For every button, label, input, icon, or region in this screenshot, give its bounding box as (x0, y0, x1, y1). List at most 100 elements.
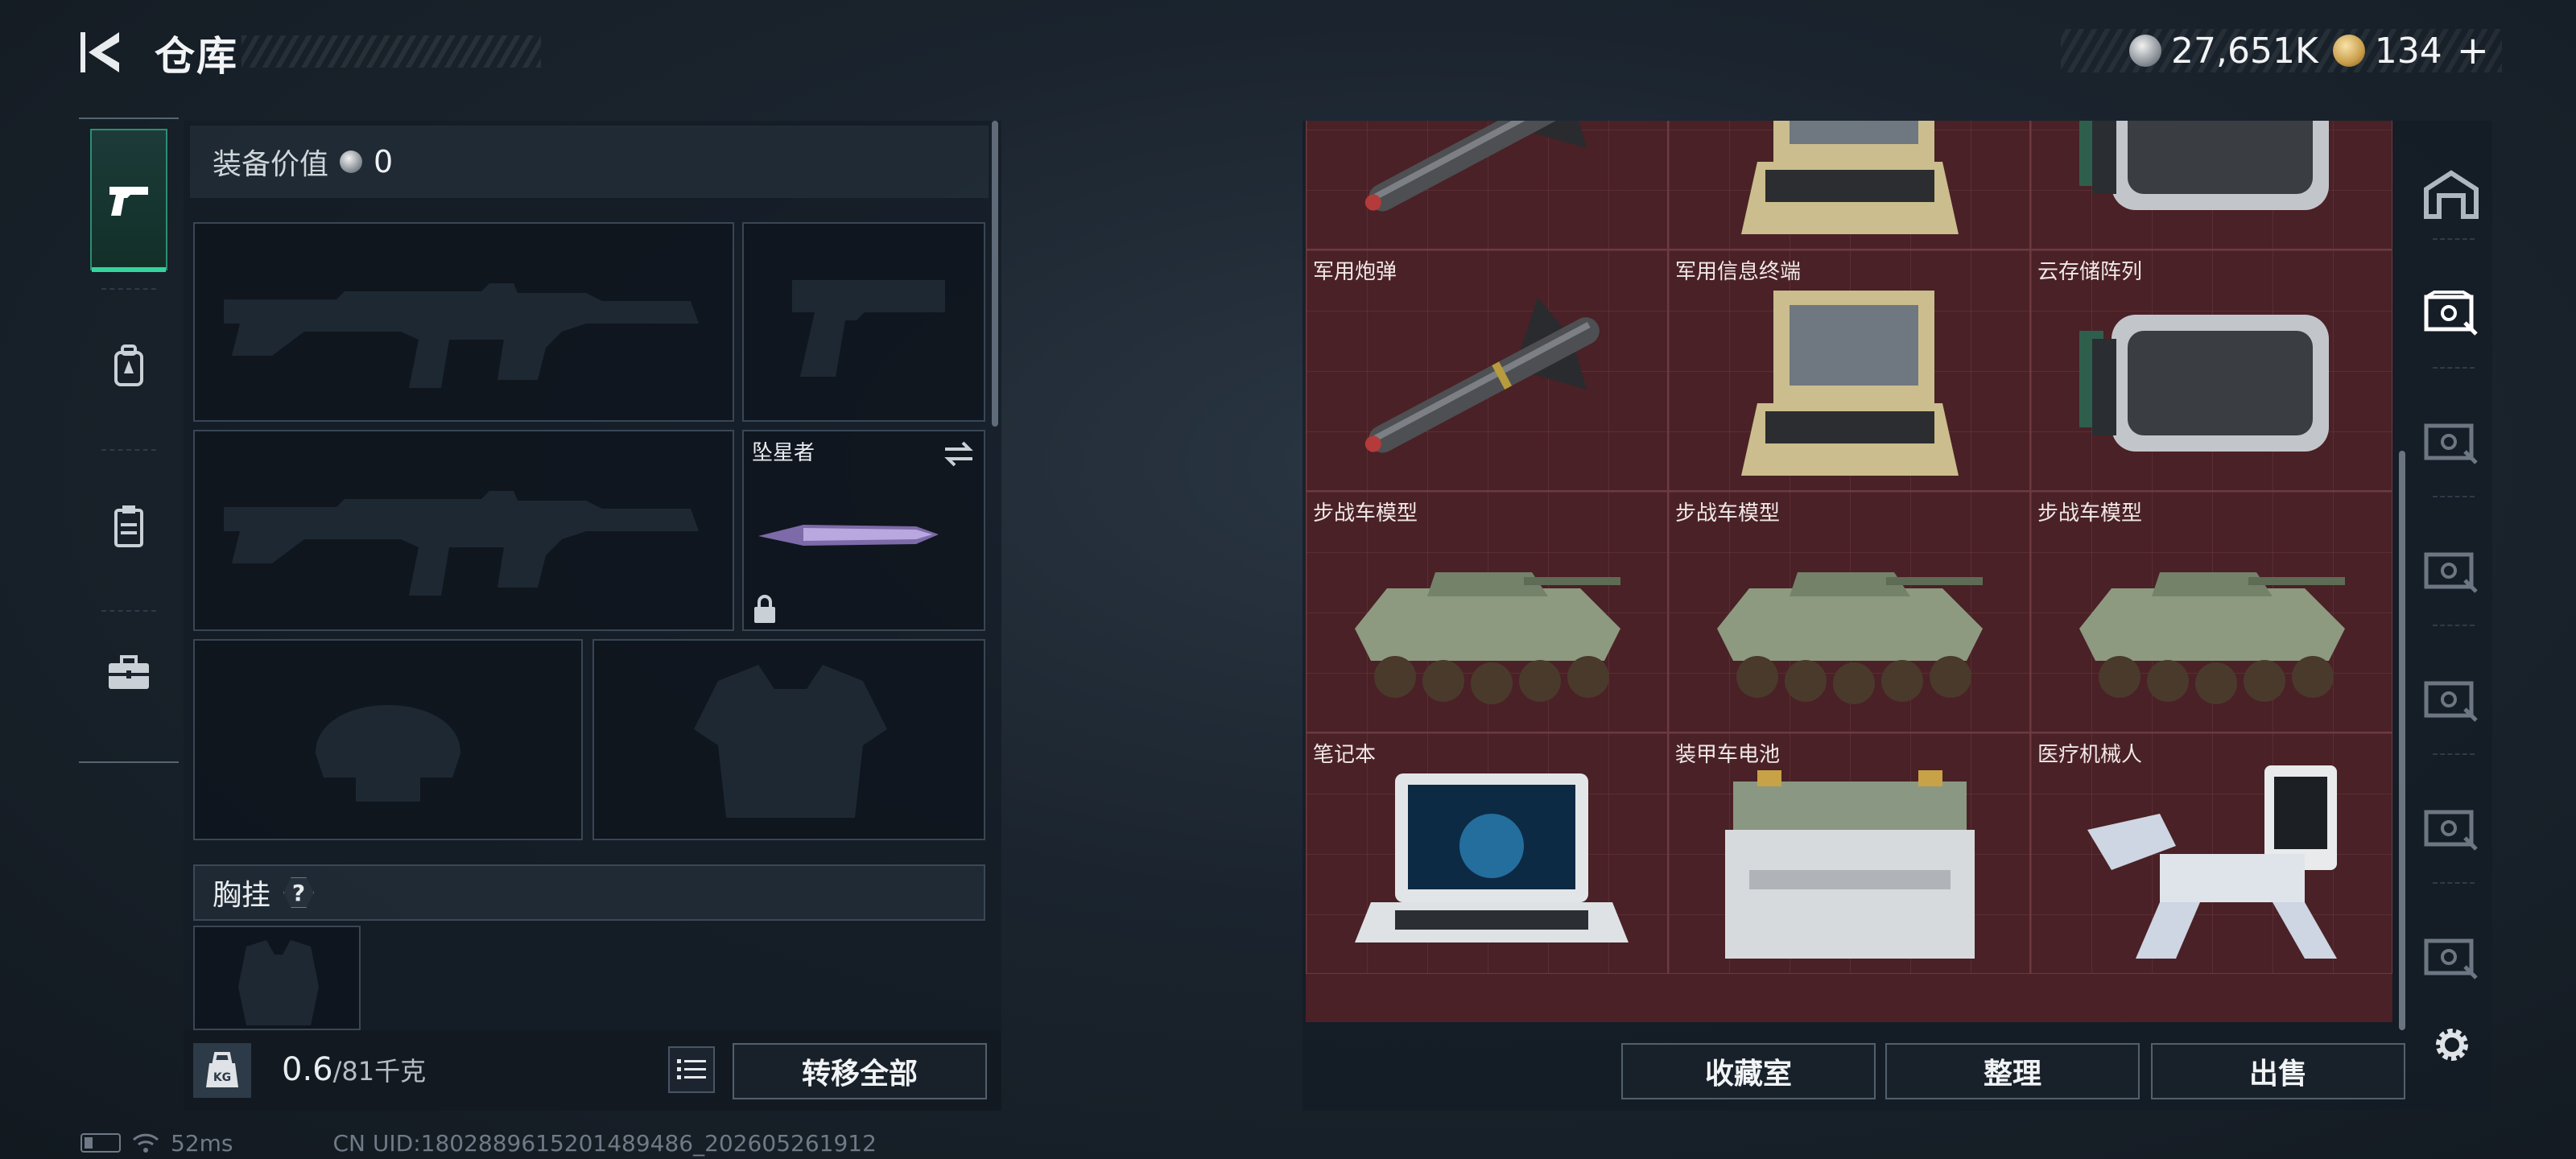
gold-amount: 134 (2374, 30, 2442, 72)
equipment-scrollbar[interactable] (992, 121, 998, 427)
storage-item-ifv-model[interactable]: 步战车模型 (1668, 491, 2030, 732)
rifle-silhouette-icon (224, 491, 699, 596)
storage-item-laptop[interactable]: 笔记本 (1306, 732, 1668, 974)
storage-item-cloud-storage-array[interactable] (2030, 121, 2392, 250)
tab-backpack[interactable] (90, 295, 167, 436)
organize-button[interactable]: 整理 (1885, 1043, 2140, 1099)
list-view-button[interactable] (668, 1046, 715, 1093)
weight-icon: KG (193, 1043, 251, 1098)
equipment-value: 0 (374, 144, 394, 179)
storage-item-apc-battery[interactable]: 装甲车电池 (1668, 732, 2030, 974)
collection-room-button[interactable]: 收藏室 (1621, 1043, 1876, 1099)
kettlebell-icon: KG (206, 1052, 238, 1087)
item-label: 云存储阵列 (2037, 260, 2143, 284)
secondary-weapon-slot[interactable] (193, 430, 734, 631)
weight-capacity: /81千克 (332, 1056, 427, 1087)
storage-item-medical-robot[interactable]: 医疗机械人 (2030, 732, 2392, 974)
back-arrow-icon (80, 32, 119, 72)
rifle-silhouette-icon (224, 283, 699, 388)
storage-item-cloud-storage-array[interactable]: 云存储阵列 (2030, 250, 2392, 491)
storage-scrollbar[interactable] (2399, 451, 2405, 1030)
storage-box-icon (2424, 423, 2478, 464)
storage-box-icon (2424, 810, 2478, 851)
item-label: 军用炮弹 (1313, 260, 1397, 284)
storage-tab-3[interactable] (2415, 536, 2487, 608)
storage-tab-4[interactable] (2415, 665, 2487, 737)
item-label: 医疗机械人 (2037, 743, 2143, 767)
settings-button[interactable] (2426, 1019, 2478, 1070)
armored-vehicle-icon (1355, 572, 1620, 704)
add-currency-button[interactable]: + (2457, 28, 2489, 73)
backpack-icon (114, 344, 143, 386)
chest-rig-silhouette-icon (238, 940, 319, 1025)
item-label: 军用信息终端 (1675, 260, 1802, 284)
storage-item-military-shell[interactable] (1306, 121, 1668, 250)
storage-item-ifv-model[interactable]: 步战车模型 (2030, 491, 2392, 732)
transfer-all-button[interactable]: 转移全部 (733, 1043, 987, 1099)
tab-chest-rig[interactable] (90, 456, 167, 597)
server-array-icon (2079, 315, 2329, 452)
storage-item-military-terminal[interactable] (1668, 121, 2030, 250)
melee-name: 坠星者 (752, 441, 815, 465)
armored-vehicle-icon (2079, 572, 2345, 704)
body-armor-slot[interactable] (592, 639, 985, 840)
clipboard-icon (114, 505, 143, 547)
help-button[interactable]: ? (283, 877, 315, 908)
item-label: 笔记本 (1313, 743, 1377, 767)
sell-button[interactable]: 出售 (2151, 1043, 2405, 1099)
storage-grid: 军用炮弹 军用信息终端 云存储阵列 步战车模型 步战车模型 步战车模型 笔记本 … (1306, 121, 2392, 1022)
silver-currency: 27,651K (2128, 30, 2318, 72)
storage-tab-1[interactable] (2415, 278, 2487, 351)
helmet-slot[interactable] (193, 639, 583, 840)
storage-tab-2[interactable] (2415, 407, 2487, 480)
chest-rig-slot[interactable] (193, 926, 361, 1030)
title-stripe-decoration (242, 35, 541, 68)
battery-icon (80, 1133, 121, 1153)
chest-rig-label: 胸挂 (213, 879, 271, 912)
storage-side-tabs (2415, 126, 2487, 995)
terminal-case-icon (1741, 291, 1959, 476)
gear-icon (2436, 1029, 2468, 1061)
silver-coin-icon (2128, 35, 2161, 67)
tab-weapons[interactable] (90, 129, 167, 272)
gold-currency[interactable]: 134 + (2332, 28, 2489, 73)
weight-icon-text: KG (213, 1071, 231, 1084)
weight-readout: 0.6/81千克 (282, 1051, 426, 1088)
warehouse-icon (2424, 170, 2479, 219)
sidearm-slot[interactable] (742, 222, 985, 422)
knife-icon (758, 525, 939, 546)
equipment-category-tabs (79, 118, 179, 763)
storage-item-ifv-model[interactable]: 步战车模型 (1306, 491, 1668, 732)
item-label: 步战车模型 (2037, 501, 2143, 526)
ping-text: 52ms (171, 1129, 233, 1157)
item-label: 装甲车电池 (1675, 743, 1781, 767)
storage-item-military-terminal[interactable]: 军用信息终端 (1668, 250, 2030, 491)
equipment-value-label: 装备价值 (213, 148, 329, 181)
medical-robot-icon (2087, 765, 2337, 959)
storage-box-icon (2424, 291, 2478, 336)
storage-tab-5[interactable] (2415, 794, 2487, 866)
item-label: 步战车模型 (1313, 501, 1418, 526)
back-button[interactable] (77, 27, 134, 77)
storage-item-military-shell[interactable]: 军用炮弹 (1306, 250, 1668, 491)
item-label: 步战车模型 (1675, 501, 1781, 526)
pistol-icon (109, 187, 148, 216)
storage-tab-warehouse[interactable] (2415, 158, 2487, 230)
missile-icon (1364, 297, 1600, 453)
page-title: 仓库 (155, 33, 238, 80)
storage-tab-6[interactable] (2415, 922, 2487, 995)
storage-box-icon (2424, 681, 2478, 722)
chest-rig-header: 胸挂 ? (193, 864, 985, 921)
missile-icon (1364, 121, 1600, 212)
armored-vehicle-icon (1717, 572, 1983, 704)
silver-amount: 27,651K (2170, 30, 2318, 72)
equipment-value-bar: 装备价值 0 (190, 126, 989, 198)
gold-coin-icon (2332, 35, 2365, 67)
weight-current: 0.6 (282, 1051, 333, 1088)
helmet-silhouette-icon (316, 705, 460, 802)
briefcase-icon (109, 655, 149, 689)
swap-icon[interactable] (942, 439, 976, 468)
primary-weapon-slot[interactable] (193, 222, 734, 422)
tab-case[interactable] (90, 602, 167, 744)
melee-slot[interactable]: 坠星者 (742, 430, 985, 631)
